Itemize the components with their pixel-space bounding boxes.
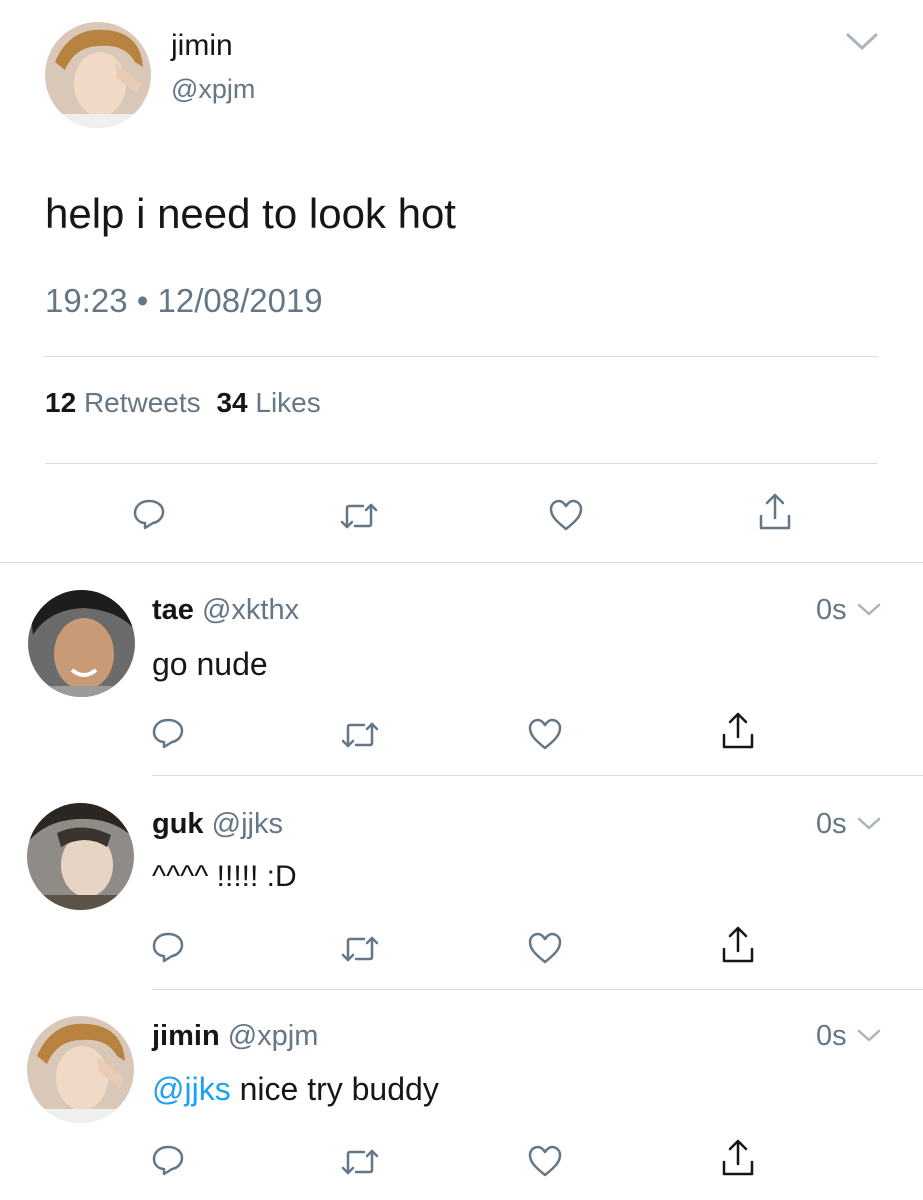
reply-text-body: nice try buddy (230, 1071, 439, 1107)
retweets-stat[interactable]: 12 Retweets (45, 387, 208, 418)
reply-icon[interactable] (148, 1140, 188, 1180)
likes-stat[interactable]: 34 Likes (216, 387, 320, 418)
reply-name[interactable]: tae (152, 594, 194, 626)
retweets-count: 12 (45, 387, 77, 418)
likes-count: 34 (216, 387, 248, 418)
reply-time: 0s (816, 594, 847, 626)
timestamp-separator: • (136, 282, 149, 319)
divider (0, 562, 923, 563)
likes-label: Likes (255, 387, 321, 418)
tweet-date: 12/08/2019 (157, 282, 323, 319)
main-tweet-avatar[interactable] (45, 22, 151, 128)
main-tweet-handle[interactable]: @xpjm (171, 74, 255, 105)
reply-handle[interactable]: @xkthx (202, 594, 299, 626)
like-icon[interactable] (525, 714, 565, 754)
mention-link[interactable]: @jjks (152, 1071, 231, 1107)
retweet-icon[interactable] (340, 1142, 380, 1182)
retweets-label: Retweets (83, 387, 201, 418)
reply-avatar[interactable] (28, 590, 135, 697)
share-icon[interactable] (718, 925, 758, 965)
engagement-stats: 12 Retweets 34 Likes (45, 387, 321, 419)
like-icon[interactable] (525, 928, 565, 968)
reply-time: 0s (816, 1020, 847, 1052)
reply-text: go nude (152, 646, 268, 682)
reply-text: ^^^^ !!!!! :D (152, 860, 297, 893)
reply-handle[interactable]: @xpjm (228, 1020, 319, 1052)
reply-name[interactable]: jimin (152, 1020, 220, 1052)
reply-time: 0s (816, 808, 847, 840)
reply-header: tae @xkthx (152, 594, 299, 627)
reply-icon[interactable] (129, 494, 169, 534)
share-icon[interactable] (718, 711, 758, 751)
main-tweet-text: help i need to look hot (45, 190, 456, 237)
chevron-down-icon[interactable] (852, 804, 886, 844)
share-icon[interactable] (755, 492, 795, 532)
divider (152, 775, 923, 776)
chevron-down-icon[interactable] (852, 1016, 886, 1056)
divider (45, 463, 878, 464)
like-icon[interactable] (546, 495, 586, 535)
retweet-icon[interactable] (340, 715, 380, 755)
like-icon[interactable] (525, 1141, 565, 1181)
reply-name[interactable]: guk (152, 808, 204, 840)
reply-icon[interactable] (148, 713, 188, 753)
reply-icon[interactable] (148, 927, 188, 967)
share-icon[interactable] (718, 1138, 758, 1178)
retweet-icon[interactable] (340, 929, 380, 969)
chevron-down-icon[interactable] (852, 590, 886, 630)
reply-header: jimin @xpjm (152, 1020, 318, 1053)
retweet-icon[interactable] (339, 496, 379, 536)
divider (152, 989, 923, 990)
chevron-down-icon[interactable] (842, 22, 882, 62)
main-tweet-timestamp: 19:23 • 12/08/2019 (45, 282, 323, 320)
reply-text: @jjks nice try buddy (152, 1071, 439, 1108)
reply-avatar[interactable] (27, 1016, 134, 1123)
main-tweet-name[interactable]: jimin (171, 29, 233, 63)
tweet-time: 19:23 (45, 282, 128, 319)
divider (45, 356, 878, 357)
reply-header: guk @jjks (152, 808, 283, 841)
reply-handle[interactable]: @jjks (212, 808, 283, 840)
reply-avatar[interactable] (27, 803, 134, 910)
